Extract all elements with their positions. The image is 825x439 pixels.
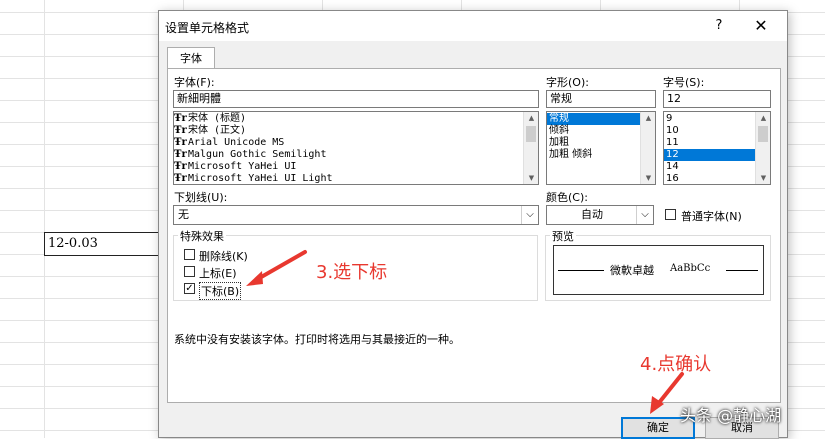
arrow-head-subscript: [246, 271, 263, 286]
arrow-to-ok: [656, 372, 684, 406]
annotation-step4: 4.点确认: [640, 354, 712, 375]
arrow-to-subscript: [254, 250, 307, 282]
watermark: 头条 @静心湖: [680, 406, 782, 425]
annotation-step3: 3.选下标: [316, 262, 388, 283]
